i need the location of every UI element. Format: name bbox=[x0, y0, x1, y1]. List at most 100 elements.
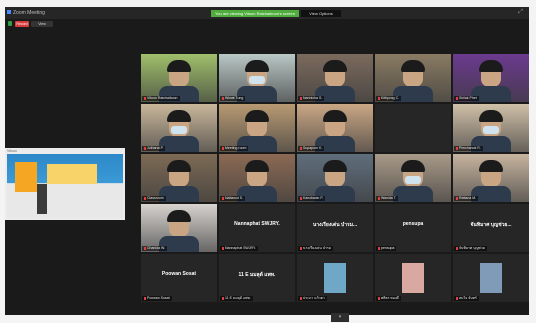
view-button[interactable]: View bbox=[31, 21, 53, 27]
participant-tile[interactable]: Vitoon Ratchaiboon bbox=[141, 54, 217, 102]
participant-tile[interactable]: Wiwat Tung bbox=[219, 54, 295, 102]
view-options-button[interactable]: View Options bbox=[301, 10, 341, 17]
hair-shape bbox=[401, 60, 425, 72]
participant-name-display: จันทิมาศ บุญช่วย... bbox=[470, 222, 512, 228]
muted-mic-icon bbox=[144, 196, 146, 200]
muted-mic-icon bbox=[456, 146, 458, 150]
participant-label: Kanokwan P. bbox=[298, 196, 326, 201]
participant-tile[interactable]: Nannaphat SWJRY. Nannaphat SWJRY. bbox=[219, 204, 295, 252]
record-button[interactable]: Record bbox=[15, 21, 29, 27]
participant-tile[interactable]: Chanida W. bbox=[141, 204, 217, 252]
participant-name: 11 E มมลุด้ แพท. bbox=[225, 296, 251, 300]
participant-name: ประภา แก้วตา bbox=[303, 296, 325, 300]
participant-tile[interactable]: Jutharat P. bbox=[141, 104, 217, 152]
participant-tile[interactable]: pensupa pensupa bbox=[375, 204, 451, 252]
participant-name: Wiwat Tung bbox=[225, 96, 244, 100]
participant-tile[interactable]: ศศิธร ทองดี bbox=[375, 254, 451, 302]
title-bar: Zoom Meeting ⤢ You are viewing Vitoon Ra… bbox=[5, 7, 529, 19]
zoom-app-icon bbox=[7, 10, 11, 14]
participant-label: Vitoon Ratchaiboon bbox=[142, 96, 180, 101]
participant-name: Supaporn K. bbox=[303, 146, 323, 150]
participant-tile[interactable]: Rattana M. bbox=[453, 154, 529, 202]
security-shield-icon[interactable] bbox=[8, 21, 12, 26]
participant-tile[interactable]: Kanokwan P. bbox=[297, 154, 373, 202]
hair-shape bbox=[323, 110, 347, 122]
participant-label: นางเรียงเด่น บำรม bbox=[298, 246, 334, 251]
participant-tile[interactable]: Nartnicha S. bbox=[297, 54, 373, 102]
participant-name-display: Nannaphat SWJRY. bbox=[234, 221, 280, 227]
participant-name-display: 11 E มมลุด้ แพท. bbox=[238, 272, 276, 278]
participant-tile[interactable]: 11 E มมลุด้ แพท. 11 E มมลุด้ แพท. bbox=[219, 254, 295, 302]
muted-mic-icon bbox=[144, 146, 146, 150]
participant-tile[interactable]: Kittipong C. bbox=[375, 54, 451, 102]
hair-shape bbox=[245, 60, 269, 72]
muted-mic-icon bbox=[144, 296, 146, 300]
participant-label: Nattawut S. bbox=[220, 196, 246, 201]
participant-name-display: Poowan Sosat bbox=[161, 271, 197, 277]
participant-tile[interactable]: Nattawut S. bbox=[219, 154, 295, 202]
hair-shape bbox=[245, 110, 269, 122]
participant-name-display: นางเรียงเด่น บำรม... bbox=[312, 222, 358, 228]
participant-tile[interactable]: Wanida T. bbox=[375, 154, 451, 202]
participant-label: จันทิมาศ บุญช่วย bbox=[454, 246, 487, 251]
share-label: Vitoon bbox=[7, 149, 17, 153]
participant-tile[interactable]: Classroom bbox=[141, 154, 217, 202]
participant-label: Supaporn K. bbox=[298, 146, 325, 151]
participant-label: Pimchanok R. bbox=[454, 146, 483, 151]
participant-name: นางเรียงเด่น บำรม bbox=[303, 246, 332, 250]
muted-mic-icon bbox=[300, 246, 302, 250]
slide-banner bbox=[47, 164, 97, 184]
participant-name: Kittipong C. bbox=[381, 96, 400, 100]
participant-tile[interactable]: Meeting room bbox=[219, 104, 295, 152]
muted-mic-icon bbox=[378, 196, 380, 200]
participant-tile[interactable]: นางเรียงเด่น บำรม... นางเรียงเด่น บำรม bbox=[297, 204, 373, 252]
muted-mic-icon bbox=[222, 296, 224, 300]
presenter-figure bbox=[37, 184, 47, 214]
participant-name: Sirilak Phet bbox=[459, 96, 477, 100]
participant-tile[interactable]: Poowan Sosat Poowan Sosat bbox=[141, 254, 217, 302]
participant-name: Pimchanok R. bbox=[459, 146, 481, 150]
muted-mic-icon bbox=[144, 96, 146, 100]
shared-slide bbox=[7, 154, 123, 218]
muted-mic-icon bbox=[378, 296, 380, 300]
shared-screen-thumbnail[interactable]: Vitoon bbox=[5, 148, 125, 220]
participant-label: Meeting room bbox=[220, 146, 249, 151]
participant-label: Wiwat Tung bbox=[220, 96, 246, 101]
participant-label: Kittipong C. bbox=[376, 96, 402, 101]
muted-mic-icon bbox=[378, 246, 380, 250]
participant-name: Nannaphat SWJRY. bbox=[225, 246, 256, 250]
participant-name: Wanida T. bbox=[381, 196, 397, 200]
window-controls-icon[interactable]: ⤢ bbox=[518, 9, 523, 16]
participant-tile[interactable]: สมใจ จันทร์ bbox=[453, 254, 529, 302]
hair-shape bbox=[479, 160, 503, 172]
participant-tile[interactable]: Supaporn K. bbox=[297, 104, 373, 152]
participant-tile[interactable] bbox=[375, 104, 451, 152]
zoom-window: Zoom Meeting ⤢ You are viewing Vitoon Ra… bbox=[5, 7, 531, 322]
muted-mic-icon bbox=[456, 296, 458, 300]
hair-shape bbox=[479, 60, 503, 72]
participant-label: สมใจ จันทร์ bbox=[454, 296, 479, 301]
participant-tile[interactable]: ประภา แก้วตา bbox=[297, 254, 373, 302]
participant-label: ศศิธร ทองดี bbox=[376, 296, 401, 301]
participant-name: สมใจ จันทร์ bbox=[459, 296, 477, 300]
gallery-pager-button[interactable]: ▾ bbox=[331, 313, 349, 322]
muted-mic-icon bbox=[378, 96, 380, 100]
profile-picture bbox=[324, 263, 346, 293]
participant-name: Classroom bbox=[147, 196, 164, 200]
muted-mic-icon bbox=[222, 146, 224, 150]
hair-shape bbox=[479, 110, 503, 122]
participant-label: Nartnicha S. bbox=[298, 96, 325, 101]
participant-name-display: pensupa bbox=[402, 221, 424, 227]
hair-shape bbox=[167, 110, 191, 122]
muted-mic-icon bbox=[222, 96, 224, 100]
participant-gallery: Vitoon Ratchaiboon Wiwat Tung Nartnicha S.… bbox=[141, 54, 531, 302]
participant-label: Sirilak Phet bbox=[454, 96, 479, 101]
participant-name: Jutharat P. bbox=[147, 146, 164, 150]
participant-tile[interactable]: Pimchanok R. bbox=[453, 104, 529, 152]
participant-name: Poowan Sosat bbox=[147, 296, 170, 300]
participant-label: Rattana M. bbox=[454, 196, 479, 201]
participant-tile[interactable]: จันทิมาศ บุญช่วย... จันทิมาศ บุญช่วย bbox=[453, 204, 529, 252]
meeting-toolbar: Record View bbox=[5, 19, 529, 29]
participant-tile[interactable]: Sirilak Phet bbox=[453, 54, 529, 102]
hair-shape bbox=[245, 160, 269, 172]
